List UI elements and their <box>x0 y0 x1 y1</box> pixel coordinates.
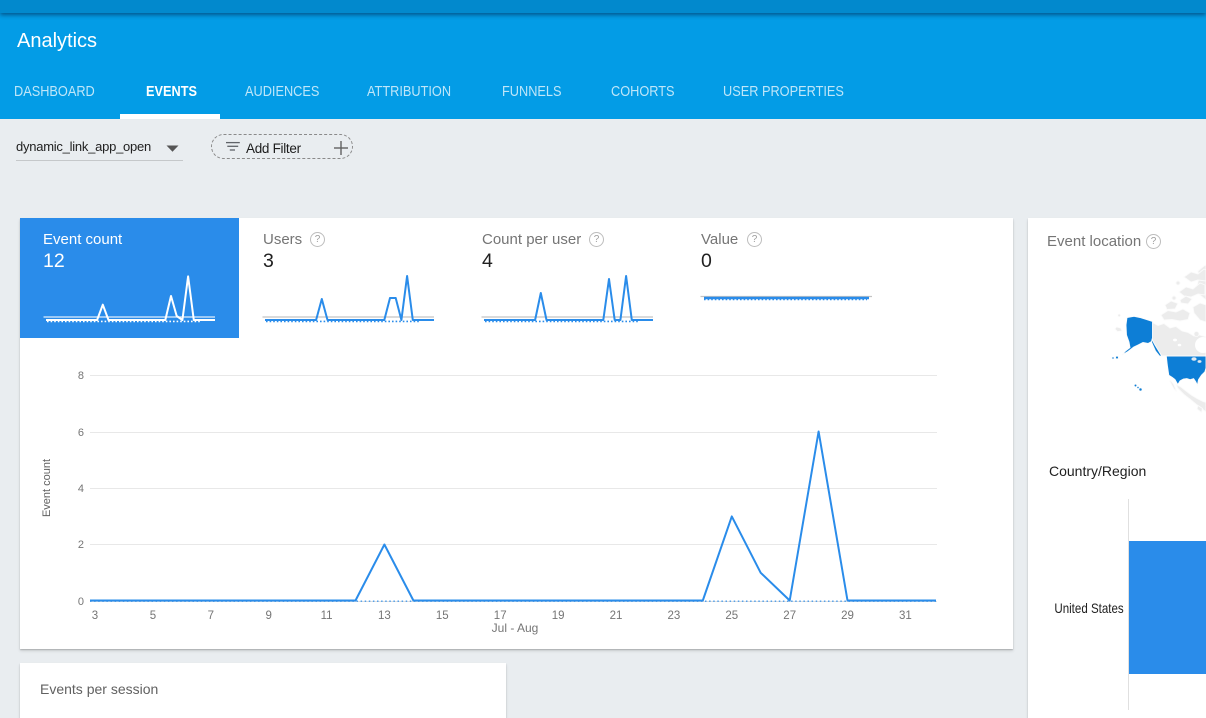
svg-text:3: 3 <box>92 610 98 622</box>
svg-text:6: 6 <box>78 427 84 439</box>
svg-text:19: 19 <box>552 610 565 622</box>
svg-text:11: 11 <box>321 610 333 622</box>
svg-text:8: 8 <box>78 370 84 382</box>
svg-text:13: 13 <box>378 610 391 622</box>
svg-text:2: 2 <box>78 539 84 551</box>
svg-text:23: 23 <box>668 610 681 622</box>
svg-text:29: 29 <box>841 610 854 622</box>
svg-text:Event count: Event count <box>41 459 53 517</box>
svg-text:31: 31 <box>899 610 912 622</box>
svg-text:4: 4 <box>78 483 84 495</box>
svg-text:27: 27 <box>783 610 796 622</box>
svg-text:25: 25 <box>725 610 738 622</box>
svg-text:15: 15 <box>436 610 449 622</box>
svg-text:0: 0 <box>78 596 84 608</box>
svg-text:7: 7 <box>208 610 214 622</box>
svg-text:Jul - Aug: Jul - Aug <box>492 621 539 635</box>
svg-text:9: 9 <box>265 610 271 622</box>
svg-text:5: 5 <box>150 610 156 622</box>
svg-text:21: 21 <box>610 610 623 622</box>
